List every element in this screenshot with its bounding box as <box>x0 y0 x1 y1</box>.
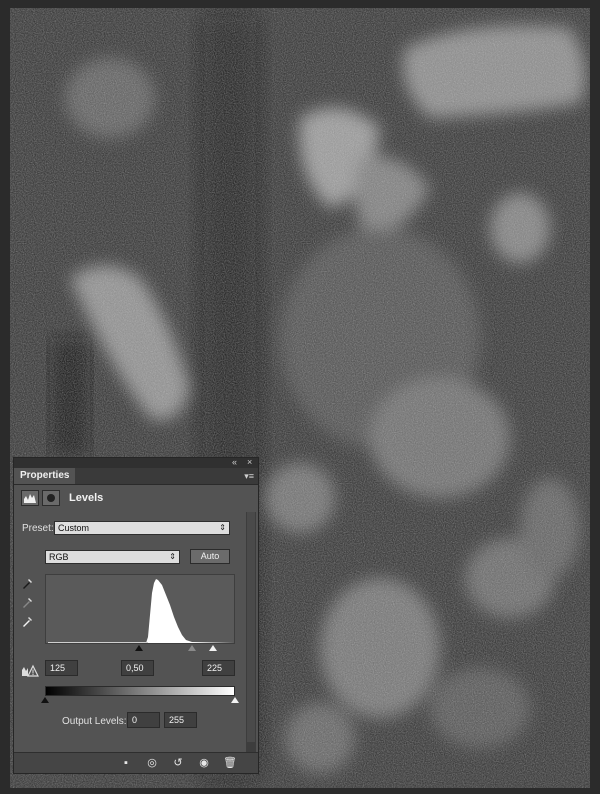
gray-point-eyedropper-icon[interactable] <box>21 595 35 609</box>
close-icon[interactable]: × <box>247 457 252 467</box>
input-white-field[interactable]: 225 <box>202 660 235 676</box>
panel-menu-icon[interactable]: ▾≡ <box>244 469 254 483</box>
channel-value: RGB <box>49 552 69 562</box>
preset-label: Preset: <box>22 523 54 534</box>
input-white-slider[interactable] <box>209 645 217 651</box>
panel-tab-row: Properties ▾≡ <box>14 468 258 485</box>
panel-bottom-bar: ▪ ◎ ↺ ◉ 🗑 <box>14 752 258 773</box>
view-previous-state-icon[interactable]: ◎ <box>144 755 160 771</box>
preset-select[interactable]: Custom ⇕ <box>54 521 230 535</box>
levels-adjustment-icon[interactable] <box>21 490 39 506</box>
tab-properties[interactable]: Properties <box>14 468 76 484</box>
select-arrows-icon: ⇕ <box>169 552 176 561</box>
channel-select[interactable]: RGB ⇕ <box>45 550 180 564</box>
reset-icon[interactable]: ↺ <box>170 755 186 771</box>
adjustment-header: Levels <box>21 490 253 508</box>
preset-value: Custom <box>58 523 90 533</box>
clip-to-layer-icon[interactable]: ▪ <box>118 755 134 771</box>
output-black-slider[interactable] <box>41 697 49 703</box>
double-chevron-icon[interactable]: « <box>232 457 237 467</box>
panel-scrollbar[interactable] <box>246 512 256 755</box>
output-white-field[interactable]: 255 <box>164 712 197 728</box>
output-black-field[interactable]: 0 <box>127 712 160 728</box>
clipping-warning-icon[interactable] <box>21 664 39 678</box>
output-gradient-bar <box>45 686 235 696</box>
white-point-eyedropper-icon[interactable] <box>21 614 35 628</box>
layer-mask-icon[interactable] <box>42 490 60 506</box>
input-black-field[interactable]: 125 <box>45 660 78 676</box>
properties-panel: « × Properties ▾≡ Levels Preset: Custom … <box>13 457 259 774</box>
panel-title-bar[interactable]: « × <box>14 457 258 468</box>
auto-button[interactable]: Auto <box>190 549 230 564</box>
output-levels-label: Output Levels: <box>62 716 127 727</box>
scrollbar-thumb[interactable] <box>247 512 255 742</box>
histogram <box>45 574 235 644</box>
visibility-icon[interactable]: ◉ <box>196 755 212 771</box>
trash-icon[interactable]: 🗑 <box>222 755 238 771</box>
output-white-slider[interactable] <box>231 697 239 703</box>
black-point-eyedropper-icon[interactable] <box>21 576 35 590</box>
input-gamma-slider[interactable] <box>188 645 196 651</box>
input-gamma-field[interactable]: 0,50 <box>121 660 154 676</box>
select-arrows-icon: ⇕ <box>219 523 226 532</box>
input-black-slider[interactable] <box>135 645 143 651</box>
adjustment-title: Levels <box>69 492 104 504</box>
